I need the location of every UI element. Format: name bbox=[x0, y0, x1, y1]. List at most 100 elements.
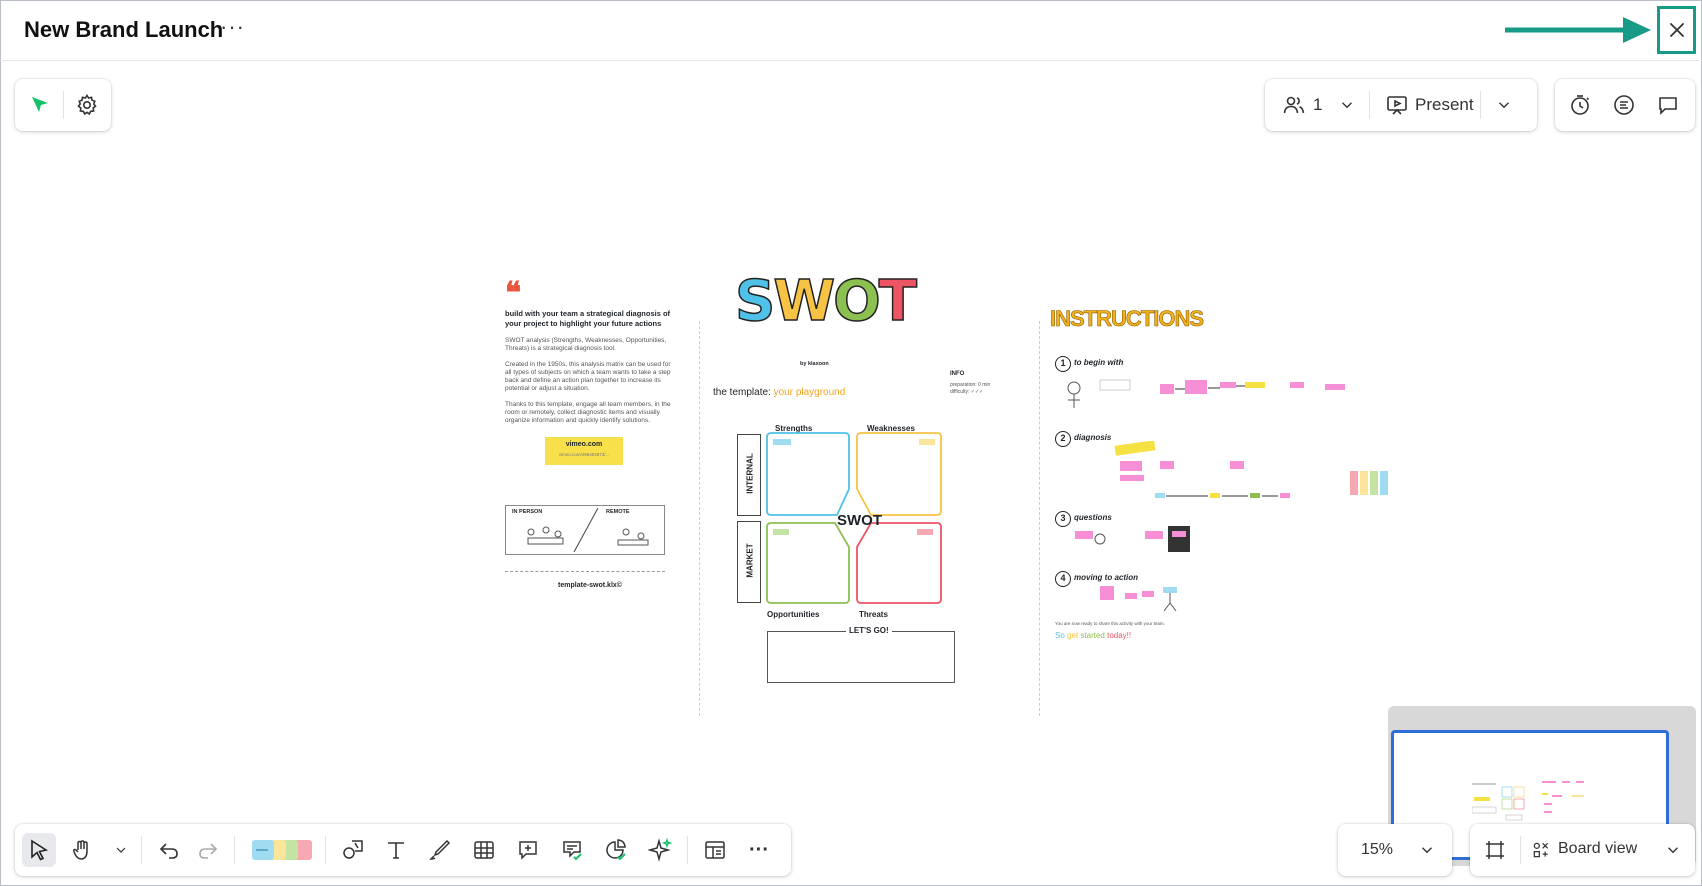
started-word: started bbox=[1080, 631, 1105, 640]
participants-dropdown[interactable] bbox=[1330, 88, 1364, 122]
board-view-dropdown[interactable] bbox=[1656, 833, 1690, 867]
timer-button[interactable] bbox=[1563, 88, 1597, 122]
pen-icon bbox=[429, 839, 451, 860]
settings-button[interactable] bbox=[70, 88, 104, 122]
templates-tool[interactable] bbox=[698, 833, 732, 867]
bottom-toolbar: ··· bbox=[15, 824, 791, 876]
comment-box-tool[interactable] bbox=[511, 833, 545, 867]
present-dropdown[interactable] bbox=[1487, 88, 1521, 122]
video-link-card[interactable]: vimeo.com vimeo.com/496482873/... bbox=[545, 437, 623, 465]
cursor-settings-panel bbox=[15, 79, 111, 131]
text-tool[interactable] bbox=[379, 833, 413, 867]
template-highlight: your playground bbox=[773, 387, 846, 398]
board-paragraph-3: Thanks to this template, engage all team… bbox=[505, 401, 671, 424]
undo-button[interactable] bbox=[152, 833, 186, 867]
shapes-icon bbox=[343, 840, 363, 859]
fit-to-screen-button[interactable] bbox=[1478, 833, 1512, 867]
ai-tool[interactable] bbox=[643, 833, 677, 867]
today-word: today!! bbox=[1107, 631, 1132, 640]
minimap-board-preview bbox=[1472, 781, 1584, 821]
present-icon-button[interactable] bbox=[1380, 88, 1414, 122]
arrow-pointer-icon bbox=[1505, 17, 1651, 43]
internal-row-label: INTERNAL bbox=[737, 434, 761, 516]
timer-icon bbox=[1571, 95, 1590, 115]
participants-button[interactable] bbox=[1277, 88, 1311, 122]
lets-go-box[interactable]: LET'S GO! bbox=[767, 626, 955, 683]
zoom-dropdown[interactable] bbox=[1410, 833, 1444, 867]
board-view-icon-button[interactable] bbox=[1528, 833, 1554, 867]
step-1-flow bbox=[1067, 379, 1345, 408]
board-canvas[interactable]: 1 Present ❝ build with your team a strat… bbox=[0, 61, 1702, 886]
agenda-button[interactable] bbox=[1607, 88, 1641, 122]
zoom-level[interactable]: 15% bbox=[1361, 841, 1393, 859]
chart-tool[interactable] bbox=[599, 833, 633, 867]
step-4-flow bbox=[1100, 586, 1177, 612]
participants-count: 1 bbox=[1313, 95, 1323, 114]
board-title[interactable]: New Brand Launch bbox=[24, 17, 223, 43]
pie-chart-icon bbox=[606, 839, 626, 861]
more-tools-button[interactable]: ··· bbox=[742, 833, 776, 867]
lets-go-label: LET'S GO! bbox=[846, 626, 892, 635]
tools-panel-top-right bbox=[1555, 79, 1695, 131]
top-bar: New Brand Launch ··· bbox=[0, 0, 1702, 61]
zoom-panel: 15% bbox=[1338, 824, 1452, 876]
comments-button[interactable] bbox=[1651, 88, 1685, 122]
chevron-down-icon bbox=[1422, 847, 1432, 854]
get-word: get bbox=[1067, 631, 1079, 640]
get-started-text: So get started today!! bbox=[1055, 631, 1131, 640]
board-right-column: INSTRUCTIONS 1 to begin with 2 diagnosis bbox=[1050, 281, 1410, 721]
present-icon bbox=[1387, 96, 1407, 115]
board-paragraph-2: Created in the 1950s, this analysis matr… bbox=[505, 361, 671, 392]
checklist-tool[interactable] bbox=[555, 833, 589, 867]
swot-board[interactable]: ❝ build with your team a strategical dia… bbox=[495, 268, 1415, 721]
chevron-down-icon bbox=[1668, 847, 1678, 854]
chevron-down-icon bbox=[116, 847, 126, 853]
template-line: the template: your playground bbox=[713, 387, 845, 398]
agenda-icon bbox=[1614, 95, 1634, 115]
instructions-title: INSTRUCTIONS bbox=[1050, 306, 1205, 332]
pen-tool[interactable] bbox=[423, 833, 457, 867]
internal-label: INTERNAL bbox=[745, 453, 755, 494]
board-view-button[interactable]: Board view bbox=[1558, 840, 1637, 858]
redo-button[interactable] bbox=[191, 833, 225, 867]
so-word: So bbox=[1055, 631, 1065, 640]
frame-icon bbox=[1486, 841, 1504, 859]
view-panel: Board view bbox=[1470, 824, 1695, 876]
info-title: INFO bbox=[950, 371, 965, 377]
table-icon bbox=[474, 841, 494, 859]
step-1-label: to begin with bbox=[1074, 358, 1124, 367]
board-headline: build with your team a strategical diagn… bbox=[505, 309, 671, 328]
step-1-number: 1 bbox=[1055, 356, 1071, 372]
swot-center-label: SWOT bbox=[837, 512, 882, 529]
video-link-sub: vimeo.com/496482873/... bbox=[558, 452, 610, 457]
swot-logo: SWOT bbox=[734, 268, 917, 335]
board-paragraph-1: SWOT analysis (Strengths, Weaknesses, Op… bbox=[505, 337, 667, 352]
shapes-tool[interactable] bbox=[336, 833, 370, 867]
close-icon bbox=[1669, 23, 1684, 37]
sparkle-icon bbox=[648, 838, 672, 862]
gear-icon bbox=[77, 94, 97, 116]
select-tool[interactable] bbox=[22, 833, 56, 867]
close-button[interactable] bbox=[1657, 6, 1696, 54]
template-footer: template-swot.klx© bbox=[558, 582, 622, 589]
table-tool[interactable] bbox=[467, 833, 501, 867]
comment-icon bbox=[1659, 97, 1677, 115]
video-link-label: vimeo.com bbox=[565, 441, 603, 448]
sticky-notes-tool[interactable] bbox=[250, 833, 316, 867]
title-more-button[interactable]: ··· bbox=[220, 14, 245, 40]
send-cursor-button[interactable] bbox=[23, 88, 57, 122]
market-row-label: MARKET bbox=[737, 521, 761, 603]
hand-tool[interactable] bbox=[65, 833, 99, 867]
redo-icon bbox=[199, 843, 218, 859]
chevron-down-icon bbox=[1342, 102, 1352, 109]
template-icon bbox=[705, 841, 725, 859]
sticky-notes-icon bbox=[252, 840, 312, 860]
people-illustration bbox=[527, 507, 649, 553]
comment-add-icon bbox=[519, 841, 537, 860]
opportunities-label: Opportunities bbox=[767, 610, 820, 619]
hand-tool-dropdown[interactable] bbox=[107, 833, 135, 867]
board-left-column: ❝ build with your team a strategical dia… bbox=[505, 279, 675, 589]
board-center-column: SWOT by klaxoon the template: your playg… bbox=[705, 268, 1005, 721]
text-icon bbox=[388, 842, 404, 859]
present-button[interactable]: Present bbox=[1415, 95, 1474, 115]
